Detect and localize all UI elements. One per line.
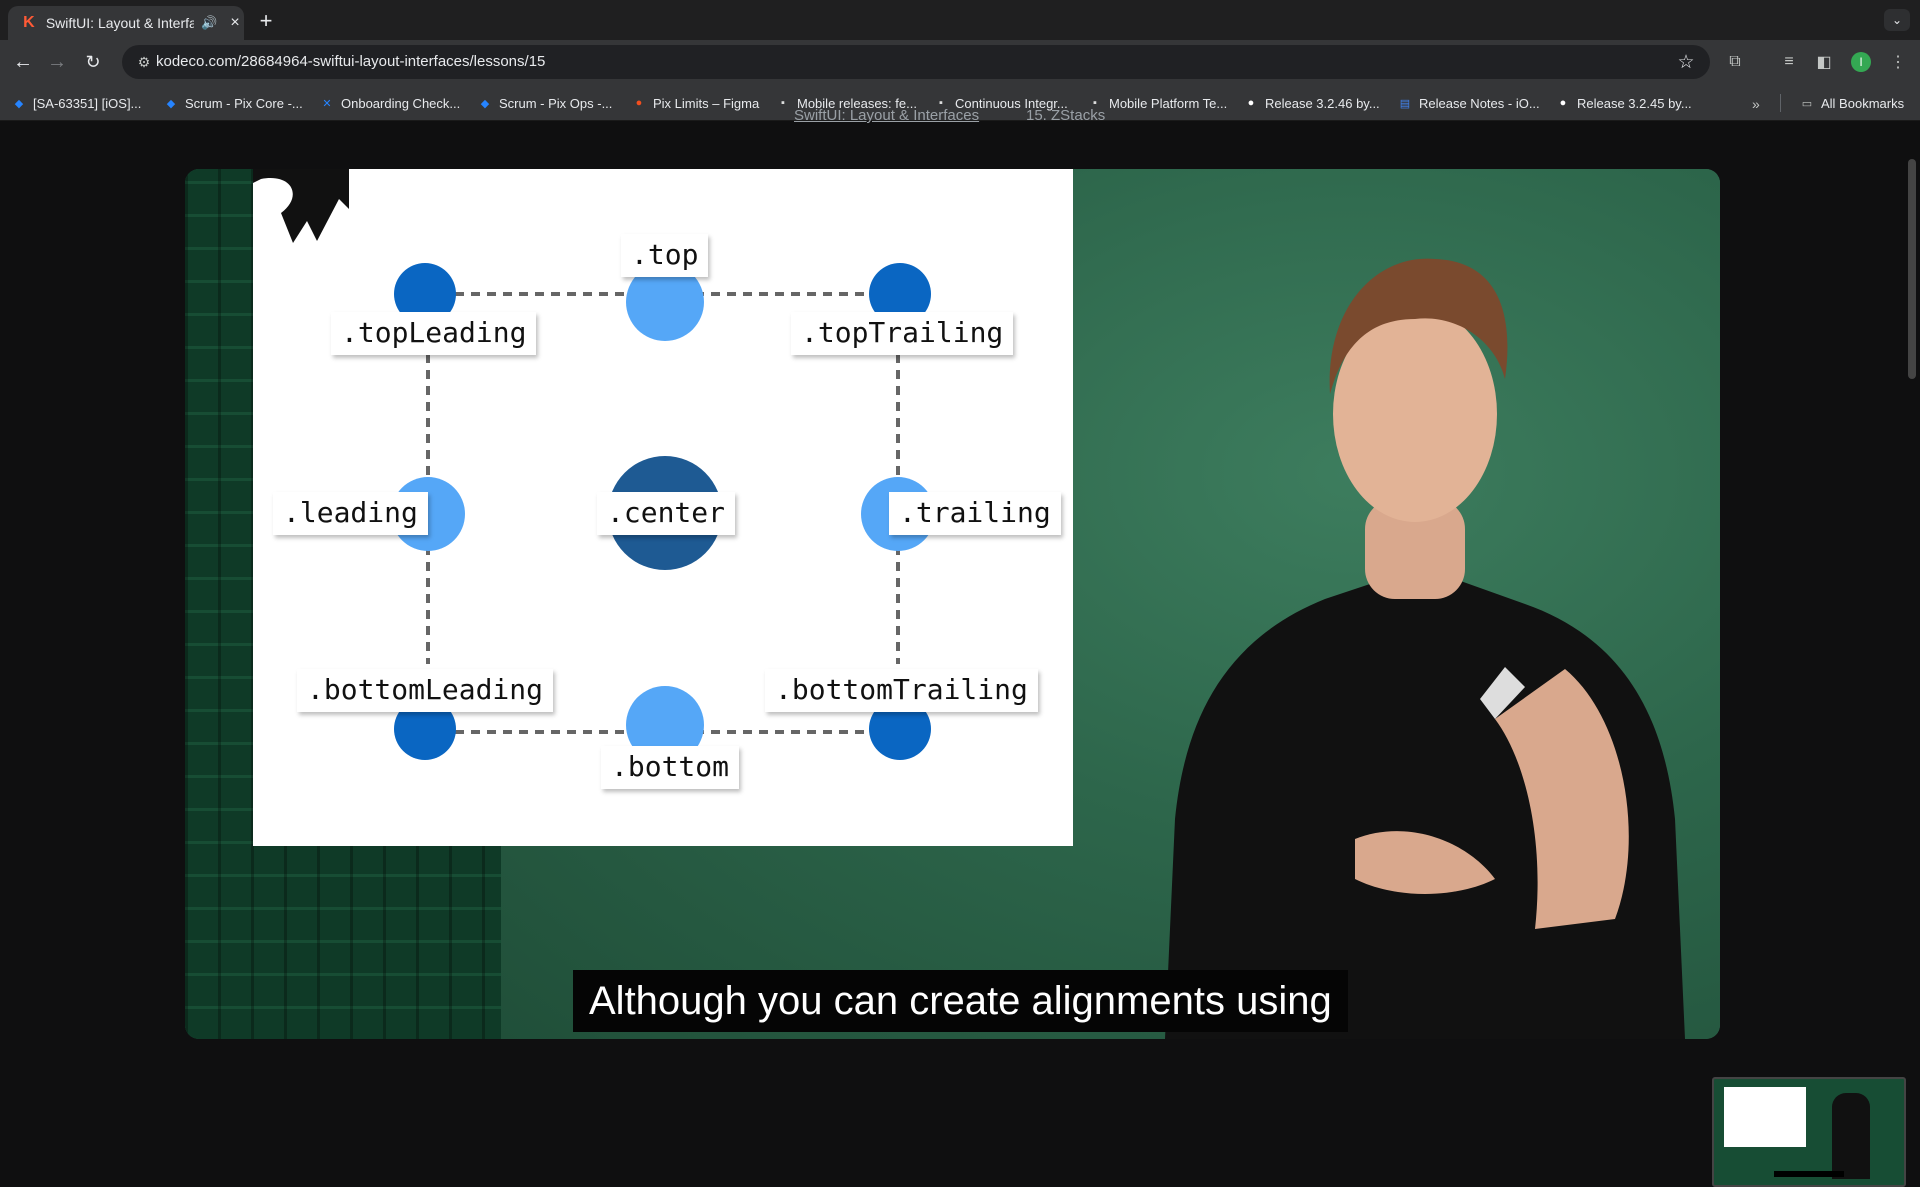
pip-slide bbox=[1724, 1087, 1806, 1147]
page-content: SwiftUI: Layout & Interfaces 15. ZStacks bbox=[0, 107, 1920, 1187]
tab-title: SwiftUI: Layout & Interfac bbox=[45, 15, 195, 31]
browser-toolbar: ← → ↻ ⚙ kodeco.com/28684964-swiftui-layo… bbox=[0, 40, 1920, 84]
new-tab-button[interactable]: + bbox=[253, 8, 279, 34]
bookmark-label: Scrum - Pix Core -... bbox=[185, 95, 303, 111]
bookmarks-divider bbox=[1780, 94, 1781, 112]
notion-icon: ▪ bbox=[781, 97, 785, 109]
url-text[interactable]: kodeco.com/28684964-swiftui-layout-inter… bbox=[156, 53, 545, 70]
bookmark-label: Mobile Platform Te... bbox=[1109, 95, 1228, 111]
jira-icon: ◆ bbox=[166, 97, 176, 110]
breadcrumb-current-lesson: 15. ZStacks bbox=[1026, 107, 1106, 124]
bookmark-item[interactable]: ◆ Scrum - Pix Core -... bbox=[164, 94, 303, 112]
more-bookmarks-chevron-icon[interactable]: » bbox=[1752, 96, 1760, 112]
bookmark-item[interactable]: ● Release 3.2.46 by... bbox=[1244, 94, 1380, 112]
all-bookmarks-label: All Bookmarks bbox=[1821, 95, 1905, 111]
jira-icon: ◆ bbox=[480, 97, 490, 110]
bookmark-item[interactable]: ▤ Release Notes - iO... bbox=[1398, 94, 1540, 112]
extensions-icon[interactable]: ⧉ bbox=[1723, 50, 1747, 74]
presenter-figure bbox=[1165, 258, 1685, 1039]
media-controls-icon[interactable]: ≡ bbox=[1777, 50, 1801, 74]
tab-search-button[interactable]: ⌄ bbox=[1884, 9, 1910, 31]
figma-icon: ● bbox=[635, 97, 643, 109]
side-panel-icon[interactable]: ◧ bbox=[1812, 50, 1836, 74]
all-bookmarks-button[interactable]: ▭ All Bookmarks bbox=[1800, 94, 1904, 112]
breadcrumb-course-link[interactable]: SwiftUI: Layout & Interfaces bbox=[794, 107, 979, 124]
speaker-icon[interactable]: 🔊 bbox=[200, 14, 218, 32]
bookmark-label: [SA-63351] [iOS]... bbox=[33, 95, 142, 111]
bookmark-label: Onboarding Check... bbox=[341, 95, 461, 111]
bookmark-item[interactable]: ● Pix Limits – Figma bbox=[632, 94, 760, 112]
bookmark-item[interactable]: ◆ Scrum - Pix Ops -... bbox=[478, 94, 613, 112]
pip-caption bbox=[1774, 1171, 1844, 1177]
pip-presenter bbox=[1832, 1093, 1870, 1179]
github-icon: ● bbox=[1559, 97, 1567, 109]
caption-text: Although you can create alignments using bbox=[589, 978, 1332, 1023]
tab-strip: K SwiftUI: Layout & Interfac 🔊 × + ⌄ bbox=[0, 0, 1920, 40]
bookmark-item[interactable]: ● Release 3.2.45 by... bbox=[1556, 94, 1692, 112]
site-settings-icon[interactable]: ⚙ bbox=[134, 52, 154, 72]
label-center: .center bbox=[597, 492, 736, 535]
bookmark-item[interactable]: ◆ [SA-63351] [iOS]... bbox=[12, 94, 142, 112]
bookmark-label: Release Notes - iO... bbox=[1419, 95, 1540, 111]
bookmark-label: Pix Limits – Figma bbox=[653, 95, 760, 111]
kodeco-favicon-icon: K bbox=[23, 14, 35, 31]
back-arrow-icon[interactable]: ← bbox=[10, 49, 36, 75]
profile-avatar[interactable]: I bbox=[1851, 52, 1871, 72]
github-icon: ● bbox=[1247, 97, 1255, 109]
bookmark-item[interactable]: ▪ Mobile Platform Te... bbox=[1088, 94, 1227, 112]
picture-in-picture-preview[interactable] bbox=[1712, 1077, 1906, 1187]
browser-tab[interactable]: K SwiftUI: Layout & Interfac 🔊 × bbox=[8, 6, 244, 40]
alignment-slide: .top .topLeading .topTrailing .leading .… bbox=[253, 169, 1073, 846]
forward-arrow-icon[interactable]: → bbox=[44, 49, 70, 75]
label-top-trailing: .topTrailing bbox=[791, 312, 1014, 355]
bookmark-label: Release 3.2.46 by... bbox=[1265, 95, 1380, 111]
label-leading: .leading bbox=[273, 492, 428, 535]
folder-icon: ▭ bbox=[1801, 97, 1813, 110]
video-caption: Although you can create alignments using bbox=[573, 970, 1348, 1032]
jira-icon: ◆ bbox=[14, 97, 24, 110]
bookmark-item[interactable]: ✕ Onboarding Check... bbox=[320, 94, 460, 112]
label-top-leading: .topLeading bbox=[331, 312, 537, 355]
scrollbar[interactable] bbox=[1908, 159, 1916, 379]
close-icon[interactable]: × bbox=[226, 14, 244, 32]
label-bottom: .bottom bbox=[601, 746, 740, 789]
reload-icon[interactable]: ↻ bbox=[80, 49, 106, 75]
bookmark-star-icon[interactable]: ☆ bbox=[1674, 50, 1698, 74]
docs-icon: ▤ bbox=[1399, 97, 1411, 110]
video-player[interactable]: .top .topLeading .topTrailing .leading .… bbox=[185, 169, 1720, 1039]
bookmark-label: Scrum - Pix Ops -... bbox=[499, 95, 613, 111]
confluence-icon: ✕ bbox=[322, 97, 332, 110]
label-bottom-leading: .bottomLeading bbox=[297, 669, 554, 712]
address-bar[interactable]: ⚙ kodeco.com/28684964-swiftui-layout-int… bbox=[122, 45, 1710, 79]
menu-kebab-icon[interactable]: ⋮ bbox=[1886, 50, 1910, 74]
bookmark-label: Release 3.2.45 by... bbox=[1577, 95, 1692, 111]
label-top: .top bbox=[621, 234, 709, 277]
label-bottom-trailing: .bottomTrailing bbox=[765, 669, 1038, 712]
raywenderlich-logo-icon bbox=[253, 169, 349, 269]
